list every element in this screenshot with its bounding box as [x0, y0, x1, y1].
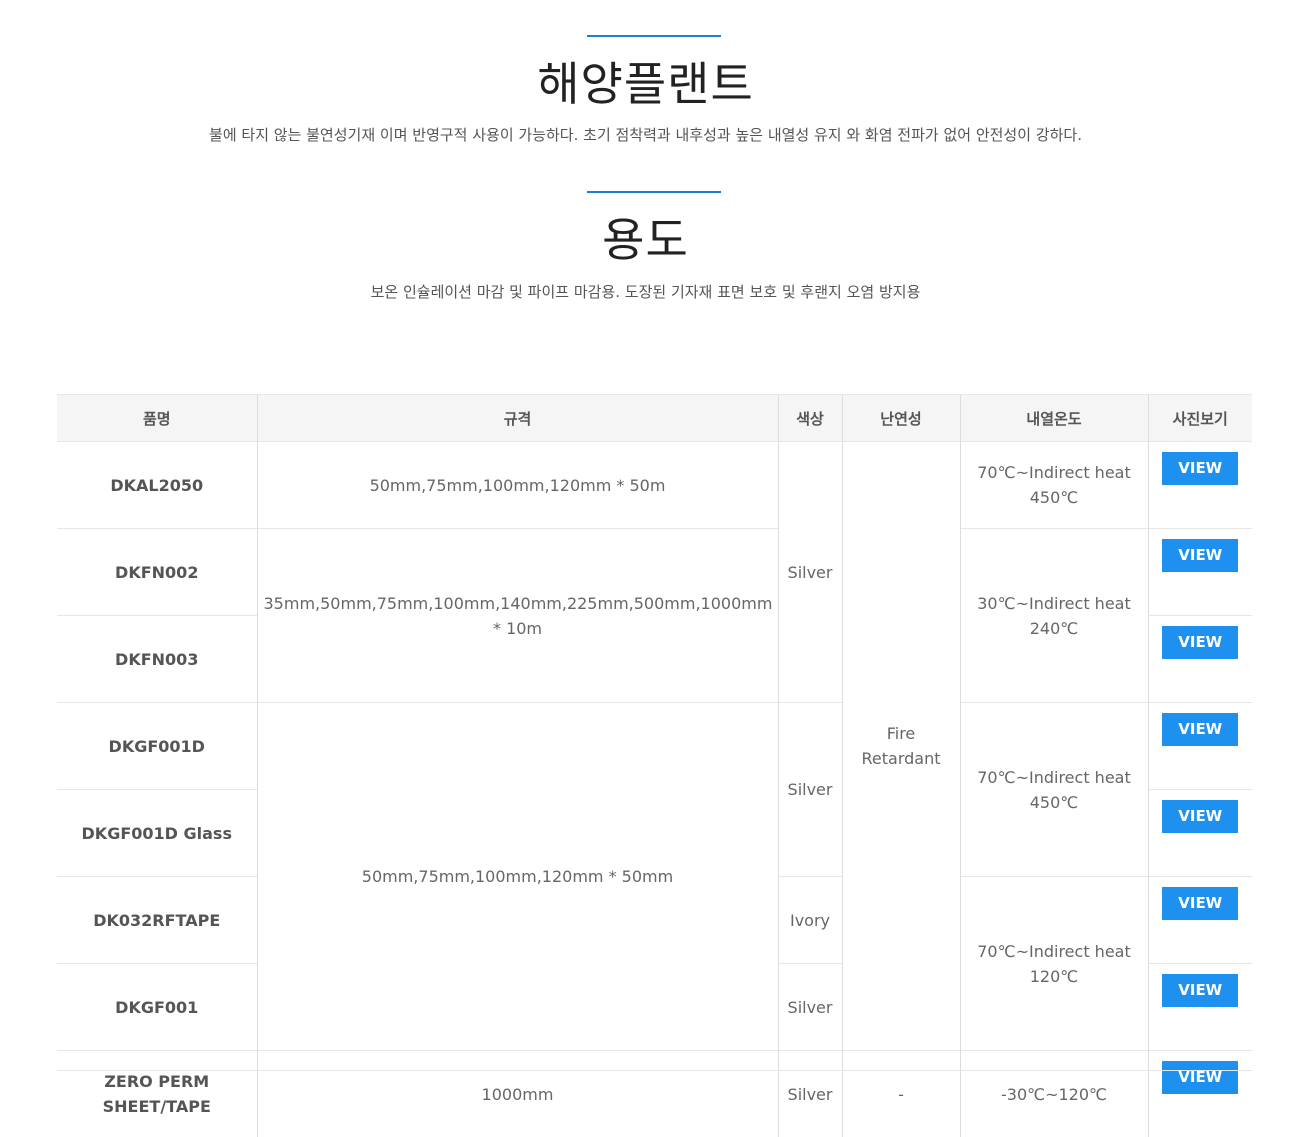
page-description: 불에 타지 않는 불연성기재 이며 반영구적 사용이 가능하다. 초기 점착력과… [0, 124, 1291, 145]
view-button[interactable]: VIEW [1162, 800, 1238, 833]
table-row: ZERO PERM SHEET/TAPE 1000mm Silver - -30… [57, 1051, 1252, 1137]
product-spec-table: 품명 규격 색상 난연성 내열온도 사진보기 DKAL2050 50mm,75m… [57, 394, 1252, 1137]
header-heat-resistance: 내열온도 [960, 395, 1148, 442]
product-spec: 50mm,75mm,100mm,120mm * 50m [257, 442, 778, 529]
product-flame-retardancy: Fire Retardant [842, 442, 960, 1051]
view-button[interactable]: VIEW [1162, 626, 1238, 659]
view-button[interactable]: VIEW [1162, 539, 1238, 572]
view-button[interactable]: VIEW [1162, 452, 1238, 485]
product-name: DKGF001D [57, 703, 257, 790]
table-row: DKGF001D 50mm,75mm,100mm,120mm * 50mm Si… [57, 703, 1252, 790]
product-color: Silver [778, 964, 842, 1051]
section-divider-2 [587, 191, 721, 193]
product-color: Silver [778, 442, 842, 703]
product-spec: 1000mm [257, 1051, 778, 1137]
header-color: 색상 [778, 395, 842, 442]
table-row: DKFN002 35mm,50mm,75mm,100mm,140mm,225mm… [57, 529, 1252, 616]
product-spec: 35mm,50mm,75mm,100mm,140mm,225mm,500mm,1… [257, 529, 778, 703]
table-bottom-divider [57, 1070, 1252, 1071]
product-color: Silver [778, 703, 842, 877]
section-divider-1 [587, 35, 721, 37]
header-spec: 규격 [257, 395, 778, 442]
product-spec: 50mm,75mm,100mm,120mm * 50mm [257, 703, 778, 1051]
product-heat-resistance: 70℃~Indirect heat 120℃ [960, 877, 1148, 1051]
view-button[interactable]: VIEW [1162, 974, 1238, 1007]
usage-title: 용도 [0, 204, 1291, 270]
table-header-row: 품명 규격 색상 난연성 내열온도 사진보기 [57, 395, 1252, 442]
product-heat-resistance: 70℃~Indirect heat 450℃ [960, 703, 1148, 877]
product-name: DKGF001D Glass [57, 790, 257, 877]
product-flame-retardancy: - [842, 1051, 960, 1137]
view-button[interactable]: VIEW [1162, 713, 1238, 746]
product-name: ZERO PERM SHEET/TAPE [57, 1051, 257, 1137]
product-name: DKGF001 [57, 964, 257, 1051]
product-name: DKAL2050 [57, 442, 257, 529]
table-row: DKAL2050 50mm,75mm,100mm,120mm * 50m Sil… [57, 442, 1252, 529]
header-product-name: 품명 [57, 395, 257, 442]
usage-description: 보온 인슐레이션 마감 및 파이프 마감용. 도장된 기자재 표면 보호 및 후… [0, 281, 1291, 302]
product-heat-resistance: 30℃~Indirect heat 240℃ [960, 529, 1148, 703]
view-button[interactable]: VIEW [1162, 1061, 1238, 1094]
product-name: DKFN003 [57, 616, 257, 703]
product-name: DK032RFTAPE [57, 877, 257, 964]
product-color: Silver [778, 1051, 842, 1137]
product-heat-resistance: -30℃~120℃ [960, 1051, 1148, 1137]
page-title: 해양플랜트 [0, 48, 1291, 114]
product-name: DKFN002 [57, 529, 257, 616]
header-flame-retardancy: 난연성 [842, 395, 960, 442]
product-color: Ivory [778, 877, 842, 964]
header-photo: 사진보기 [1148, 395, 1252, 442]
view-button[interactable]: VIEW [1162, 887, 1238, 920]
product-heat-resistance: 70℃~Indirect heat 450℃ [960, 442, 1148, 529]
